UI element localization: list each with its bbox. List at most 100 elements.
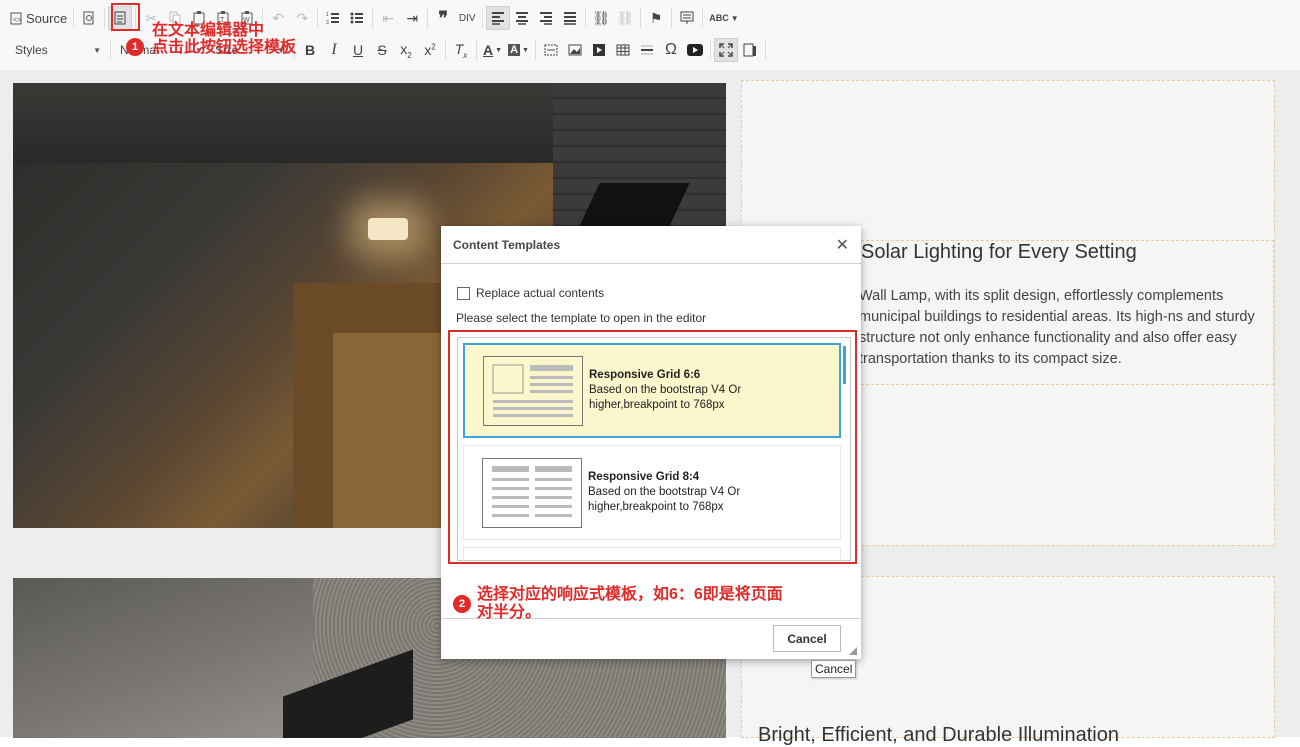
svg-text:1: 1 (326, 12, 329, 18)
video-button[interactable] (587, 38, 611, 62)
italic-button[interactable]: I (322, 38, 346, 62)
annotation-text-2-line-1: 选择对应的响应式模板，如6：6即是将页面 (477, 586, 783, 603)
replace-contents-option[interactable]: Replace actual contents (457, 286, 604, 300)
format-text-button[interactable] (675, 6, 699, 30)
replace-contents-checkbox[interactable] (457, 286, 470, 300)
maximize-button[interactable] (713, 38, 738, 62)
separator (445, 40, 446, 60)
resize-handle-icon[interactable] (849, 647, 857, 655)
link-button[interactable]: ⛓ (589, 6, 613, 30)
underline-icon: U (352, 42, 364, 58)
separator (702, 8, 704, 28)
format-text-icon (680, 11, 694, 24)
spellcheck-button[interactable]: ABC ▼ (706, 6, 741, 30)
align-right-icon (540, 12, 553, 25)
strikethrough-icon: S (377, 42, 387, 58)
numbered-list-button[interactable]: 13 (321, 6, 345, 30)
youtube-button[interactable] (683, 38, 707, 62)
undo-icon: ↶ (272, 9, 285, 26)
text-color-button[interactable]: A ▼ (480, 38, 505, 62)
unlink-icon: ⛓ (616, 9, 635, 26)
align-left-button[interactable] (486, 6, 511, 30)
underline-button[interactable]: U (346, 38, 370, 62)
source-button[interactable]: <> Source (0, 6, 70, 30)
chevron-down-icon: ▼ (495, 46, 503, 54)
cancel-tooltip: Cancel (811, 660, 857, 678)
separator (671, 8, 673, 28)
toolbar-row-2: Styles▼ Normal▼ Size▼ B I U S x2 x2 Tx A… (0, 35, 769, 65)
annotation-badge-2: 2 (453, 595, 471, 613)
styles-select[interactable]: Styles ▼ (9, 38, 107, 62)
dialog-title: Content Templates (453, 237, 561, 252)
horizontal-rule-icon (640, 45, 653, 55)
section-heading-2: Bright, Efficient, and Durable Illuminat… (758, 724, 1119, 746)
separator (640, 8, 642, 28)
unlink-button[interactable]: ⛓ (613, 6, 637, 30)
anchor-button[interactable]: ⚑ (644, 6, 668, 30)
superscript-button[interactable]: x2 (418, 38, 442, 62)
svg-text:3: 3 (326, 20, 329, 25)
bg-color-button[interactable]: A ▼ (505, 38, 532, 62)
image-button[interactable] (563, 38, 587, 62)
link-icon: ⛓ (592, 9, 611, 26)
close-icon[interactable]: ✕ (836, 235, 849, 255)
chevron-down-icon: ▼ (730, 13, 739, 23)
annotation-highlight-template-list (448, 330, 857, 564)
photo-lamp (368, 218, 408, 240)
show-blocks-icon (743, 43, 756, 57)
undo-button[interactable]: ↶ (266, 6, 290, 30)
strike-button[interactable]: S (370, 38, 394, 62)
show-blocks-button[interactable] (738, 38, 762, 62)
blockquote-button[interactable]: ❞ (431, 6, 455, 30)
annotation-text-1-line-2: 点击此按钮选择模板 (152, 39, 297, 56)
dialog-instruction: Please select the template to open in th… (456, 311, 707, 325)
preview-button[interactable] (77, 6, 101, 30)
outdent-button[interactable]: ⇤ (376, 6, 400, 30)
separator (764, 40, 766, 60)
annotation-highlight-templates-button (111, 3, 140, 31)
separator (73, 8, 75, 28)
numbered-list-icon: 13 (326, 12, 340, 25)
replace-contents-label: Replace actual contents (476, 286, 605, 300)
maximize-icon (719, 43, 733, 57)
align-center-icon (516, 12, 529, 25)
dialog-header: Content Templates ✕ (441, 226, 861, 264)
separator (427, 8, 429, 28)
video-icon (592, 44, 605, 56)
justify-button[interactable] (558, 6, 582, 30)
redo-button[interactable]: ↷ (290, 6, 314, 30)
cancel-button[interactable]: Cancel (773, 625, 841, 652)
chevron-down-icon: ▼ (93, 45, 101, 55)
align-left-icon (492, 12, 505, 25)
bulleted-list-icon (350, 12, 364, 24)
creatediv-icon: DIV (458, 12, 476, 24)
annotation-text-2-line-2: 对半分。 (477, 604, 542, 621)
separator (104, 8, 106, 28)
indent-button[interactable]: ⇥ (400, 6, 424, 30)
subscript-icon: x2 (400, 40, 412, 60)
special-char-button[interactable]: Ω (659, 38, 683, 62)
remove-format-button[interactable]: Tx (449, 38, 473, 62)
separator (709, 40, 711, 60)
dialog-footer: Cancel (441, 618, 861, 659)
annotation-text-1-line-1: 在文本编辑器中 (152, 22, 265, 39)
bold-button[interactable]: B (298, 38, 322, 62)
text-color-icon: A (483, 42, 494, 58)
align-right-button[interactable] (534, 6, 558, 30)
table-icon (616, 44, 630, 56)
horizontal-rule-button[interactable] (635, 38, 659, 62)
form-button[interactable] (539, 38, 563, 62)
separator (534, 40, 536, 60)
separator (476, 40, 477, 60)
subscript-button[interactable]: x2 (394, 38, 418, 62)
italic-icon: I (331, 41, 337, 58)
section-heading: Solar Lighting for Every Setting (861, 241, 1137, 263)
creatediv-button[interactable]: DIV (455, 6, 479, 30)
align-center-button[interactable] (510, 6, 534, 30)
bulleted-list-button[interactable] (345, 6, 369, 30)
spellcheck-label: ABC (709, 13, 729, 23)
chevron-down-icon: ▼ (522, 46, 529, 54)
source-icon: <> (10, 12, 22, 24)
table-button[interactable] (611, 38, 635, 62)
indent-icon: ⇥ (406, 9, 419, 26)
